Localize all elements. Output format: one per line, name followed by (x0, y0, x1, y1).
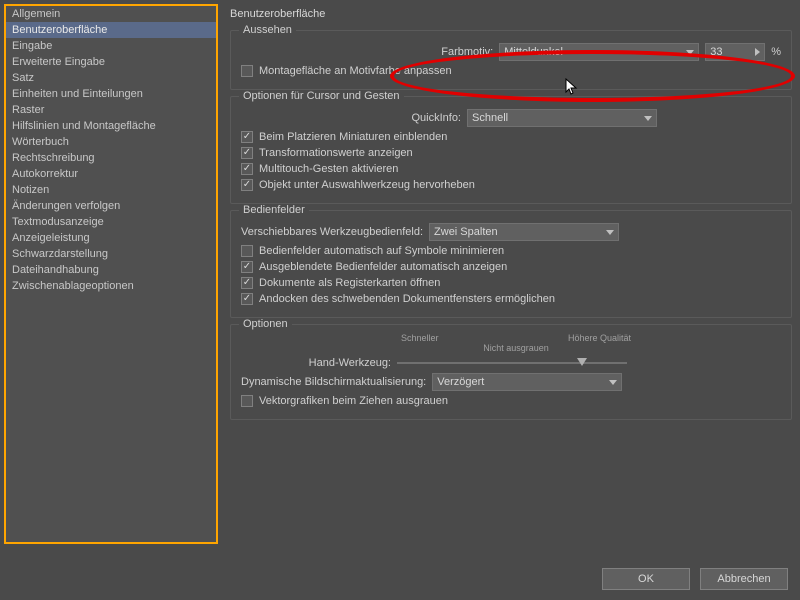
options-group: Optionen Schneller Höhere Qualität Nicht… (230, 324, 792, 420)
grey-vectors-checkbox[interactable] (241, 395, 253, 407)
checkbox-label: Montagefläche an Motivfarbe anpassen (259, 65, 452, 77)
slider-label-nogrey: Nicht ausgrauen (401, 343, 631, 353)
checkbox-label: Ausgeblendete Bedienfelder automatisch a… (259, 261, 507, 273)
group-title: Optionen für Cursor und Gesten (239, 90, 404, 102)
auto-collapse-checkbox[interactable] (241, 245, 253, 257)
auto-show-checkbox[interactable] (241, 261, 253, 273)
sidebar-item-anzeigeleistung[interactable]: Anzeigeleistung (6, 230, 216, 246)
quickinfo-select[interactable]: Schnell (467, 109, 657, 127)
appearance-group: Aussehen Farbmotiv: Mitteldunkel 33 % Mo… (230, 30, 792, 90)
main-panel: Benutzeroberfläche Aussehen Farbmotiv: M… (222, 0, 800, 550)
sidebar-item-autokorrektur[interactable]: Autokorrektur (6, 166, 216, 182)
group-title: Aussehen (239, 24, 296, 36)
sidebar-item-hilfslinien-und-montagefläche[interactable]: Hilfslinien und Montagefläche (6, 118, 216, 134)
group-title: Bedienfelder (239, 204, 309, 216)
color-theme-select[interactable]: Mitteldunkel (499, 43, 699, 61)
preferences-sidebar: AllgemeinBenutzeroberflächeEingabeErweit… (0, 0, 222, 550)
select-value: Mitteldunkel (504, 46, 563, 58)
slider-label-higher: Höhere Qualität (568, 333, 631, 343)
hand-tool-label: Hand-Werkzeug: (241, 357, 391, 369)
floating-tools-select[interactable]: Zwei Spalten (429, 223, 619, 241)
sidebar-item-allgemein[interactable]: Allgemein (6, 6, 216, 22)
chevron-down-icon (609, 380, 617, 385)
dynamic-update-label: Dynamische Bildschirmaktualisierung: (241, 376, 426, 388)
transform-values-checkbox[interactable] (241, 147, 253, 159)
checkbox-label: Multitouch-Gesten aktivieren (259, 163, 398, 175)
checkbox-label: Vektorgrafiken beim Ziehen ausgrauen (259, 395, 448, 407)
cursor-group: Optionen für Cursor und Gesten QuickInfo… (230, 96, 792, 204)
floating-tools-label: Verschiebbares Werkzeugbedienfeld: (241, 226, 423, 238)
checkbox-label: Dokumente als Registerkarten öffnen (259, 277, 440, 289)
group-title: Optionen (239, 318, 292, 330)
multitouch-checkbox[interactable] (241, 163, 253, 175)
dialog-footer: OK Abbrechen (602, 568, 788, 590)
checkbox-label: Transformationswerte anzeigen (259, 147, 413, 159)
checkbox-label: Andocken des schwebenden Dokumentfenster… (259, 293, 555, 305)
quickinfo-label: QuickInfo: (241, 112, 461, 124)
open-as-tabs-checkbox[interactable] (241, 277, 253, 289)
checkbox-label: Bedienfelder automatisch auf Symbole min… (259, 245, 504, 257)
slider-thumb-icon (577, 358, 587, 366)
dynamic-update-select[interactable]: Verzögert (432, 373, 622, 391)
panels-group: Bedienfelder Verschiebbares Werkzeugbedi… (230, 210, 792, 318)
select-value: Schnell (472, 112, 508, 124)
sidebar-item-raster[interactable]: Raster (6, 102, 216, 118)
sidebar-item-satz[interactable]: Satz (6, 70, 216, 86)
thumbnails-checkbox[interactable] (241, 131, 253, 143)
hand-tool-slider[interactable] (397, 362, 627, 364)
sidebar-item-schwarzdarstellung[interactable]: Schwarzdarstellung (6, 246, 216, 262)
enable-docking-checkbox[interactable] (241, 293, 253, 305)
cancel-button[interactable]: Abbrechen (700, 568, 788, 590)
input-value: 33 (710, 46, 722, 58)
chevron-down-icon (644, 116, 652, 121)
chevron-down-icon (686, 50, 694, 55)
page-title: Benutzeroberfläche (230, 4, 792, 24)
ok-button[interactable]: OK (602, 568, 690, 590)
sidebar-item-eingabe[interactable]: Eingabe (6, 38, 216, 54)
sidebar-item-textmodusanzeige[interactable]: Textmodusanzeige (6, 214, 216, 230)
sidebar-item-dateihandhabung[interactable]: Dateihandhabung (6, 262, 216, 278)
sidebar-item-erweiterte-eingabe[interactable]: Erweiterte Eingabe (6, 54, 216, 70)
select-value: Zwei Spalten (434, 226, 498, 238)
percent-label: % (771, 46, 781, 58)
sidebar-item-notizen[interactable]: Notizen (6, 182, 216, 198)
sidebar-item-rechtschreibung[interactable]: Rechtschreibung (6, 150, 216, 166)
checkbox-label: Objekt unter Auswahlwerkzeug hervorheben (259, 179, 475, 191)
sidebar-item-änderungen-verfolgen[interactable]: Änderungen verfolgen (6, 198, 216, 214)
select-value: Verzögert (437, 376, 484, 388)
sidebar-item-zwischenablageoptionen[interactable]: Zwischenablageoptionen (6, 278, 216, 294)
sidebar-item-wörterbuch[interactable]: Wörterbuch (6, 134, 216, 150)
checkbox-label: Beim Platzieren Miniaturen einblenden (259, 131, 447, 143)
slider-label-faster: Schneller (401, 333, 439, 343)
highlight-object-checkbox[interactable] (241, 179, 253, 191)
chevron-down-icon (606, 230, 614, 235)
brightness-input[interactable]: 33 (705, 43, 765, 61)
sidebar-item-benutzeroberfläche[interactable]: Benutzeroberfläche (6, 22, 216, 38)
category-list: AllgemeinBenutzeroberflächeEingabeErweit… (4, 4, 218, 544)
match-pasteboard-checkbox[interactable] (241, 65, 253, 77)
arrow-right-icon (755, 48, 760, 56)
sidebar-item-einheiten-und-einteilungen[interactable]: Einheiten und Einteilungen (6, 86, 216, 102)
color-theme-label: Farbmotiv: (241, 46, 493, 58)
